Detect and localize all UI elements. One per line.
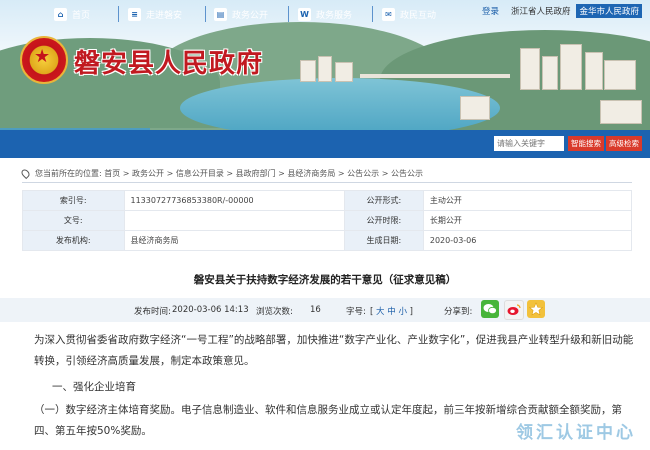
document-info-table: 索引号: 11330727736853380R/-00000 公开形式: 主动公… [22,190,633,251]
weibo-share-icon[interactable] [504,300,524,320]
banner-building [600,100,642,124]
watermark: 领汇认证中心 [516,423,636,443]
location-icon [19,167,32,180]
top-links: 登录 浙江省人民政府 金华市人民政府 [482,4,642,18]
banner-bridge [360,74,510,78]
nav-item-services[interactable]: W 政务服务 [298,0,352,28]
banner-building [300,60,316,82]
font-small-button[interactable]: 小 [398,307,407,317]
national-emblem-icon: ★ [20,36,68,84]
nav-item-interaction[interactable]: ✉ 政民互动 [382,0,436,28]
banner-building [585,52,603,90]
period-label: 公开时限: [343,210,424,231]
font-large-button[interactable]: 大 [376,307,385,317]
org-label: 发布机构: [22,230,125,251]
banner-building [560,44,582,90]
share-label: 分享到: [444,307,473,317]
nav-label: 走进磐安 [146,10,183,21]
banner-river [180,78,500,130]
banner-building [460,96,490,120]
banner-building [542,56,558,90]
banner-building [604,60,636,90]
nav-label: 政务服务 [316,10,353,21]
nav-divider [372,6,373,22]
nav-divider [118,6,119,22]
table-row: 文号: 公开时限: 长期公开 [22,210,633,231]
table-row: 索引号: 11330727736853380R/-00000 公开形式: 主动公… [22,190,633,211]
views-label: 浏览次数: [256,307,293,317]
views-count: 16 [310,305,321,315]
period-value: 长期公开 [422,210,633,231]
banner-building [318,56,332,82]
document-icon: ≡ [128,7,141,21]
banner-building [335,62,353,82]
book-icon: ▤ [214,7,227,21]
publish-time: 2020-03-06 14:13 [172,305,249,315]
site-title: 磐安县人民政府 [74,49,264,79]
smart-search-button[interactable]: 智能搜索 [568,136,604,151]
date-label: 生成日期: [343,230,424,251]
nav-label: 政民互动 [400,10,437,21]
font-medium-button[interactable]: 中 [387,307,396,317]
date-value: 2020-03-06 [422,230,633,251]
advanced-search-button[interactable]: 高级检索 [606,136,642,151]
publish-label: 发布时间: [134,307,171,317]
nav-item-open-gov[interactable]: ▤ 政务公开 [214,0,268,28]
home-icon: ⌂ [54,7,67,21]
article-title: 磐安县关于扶持数字经济发展的若干意见（征求意见稿） [193,274,457,286]
nav-item-home[interactable]: ⌂ 首页 [54,0,90,28]
form-value: 主动公开 [422,190,633,211]
nav-label: 政务公开 [232,10,269,21]
login-link[interactable]: 登录 [482,5,499,17]
docno-value [123,210,345,231]
nav-divider [205,6,206,22]
font-size-control: [ 大 中 小 ] [370,307,414,317]
breadcrumb-text[interactable]: 您当前所在的位置: 首页 > 政务公开 > 信息公开目录 > 县政府部门 > 县… [35,168,423,179]
article-heading: 一、强化企业培育 [52,381,136,393]
jinhua-gov-link[interactable]: 金华市人民政府 [576,4,642,18]
breadcrumb: 您当前所在的位置: 首页 > 政务公开 > 信息公开目录 > 县政府部门 > 县… [19,167,423,180]
article-paragraph: 为深入贯彻省委省政府数字经济“一号工程”的战略部署，加快推进“数字产业化、产业数… [34,334,634,367]
w-icon: W [298,7,311,21]
nav-item-about[interactable]: ≡ 走进磐安 [128,0,182,28]
nav-divider [288,6,289,22]
index-label: 索引号: [22,190,125,211]
docno-label: 文号: [22,210,125,231]
index-value: 11330727736853380R/-00000 [123,190,345,211]
form-label: 公开形式: [343,190,424,211]
table-row: 发布机构: 县经济商务局 生成日期: 2020-03-06 [22,230,633,251]
article-meta-bar [0,298,650,322]
zhejiang-gov-link[interactable]: 浙江省人民政府 [511,5,571,17]
banner-building [520,48,540,90]
chat-icon: ✉ [382,7,395,21]
org-value: 县经济商务局 [123,230,345,251]
search-input[interactable] [494,136,564,151]
wechat-share-icon[interactable] [481,300,499,318]
divider [22,182,632,183]
qzone-share-icon[interactable] [527,300,545,318]
nav-label: 首页 [72,10,91,21]
font-size-label: 字号: [346,307,366,317]
